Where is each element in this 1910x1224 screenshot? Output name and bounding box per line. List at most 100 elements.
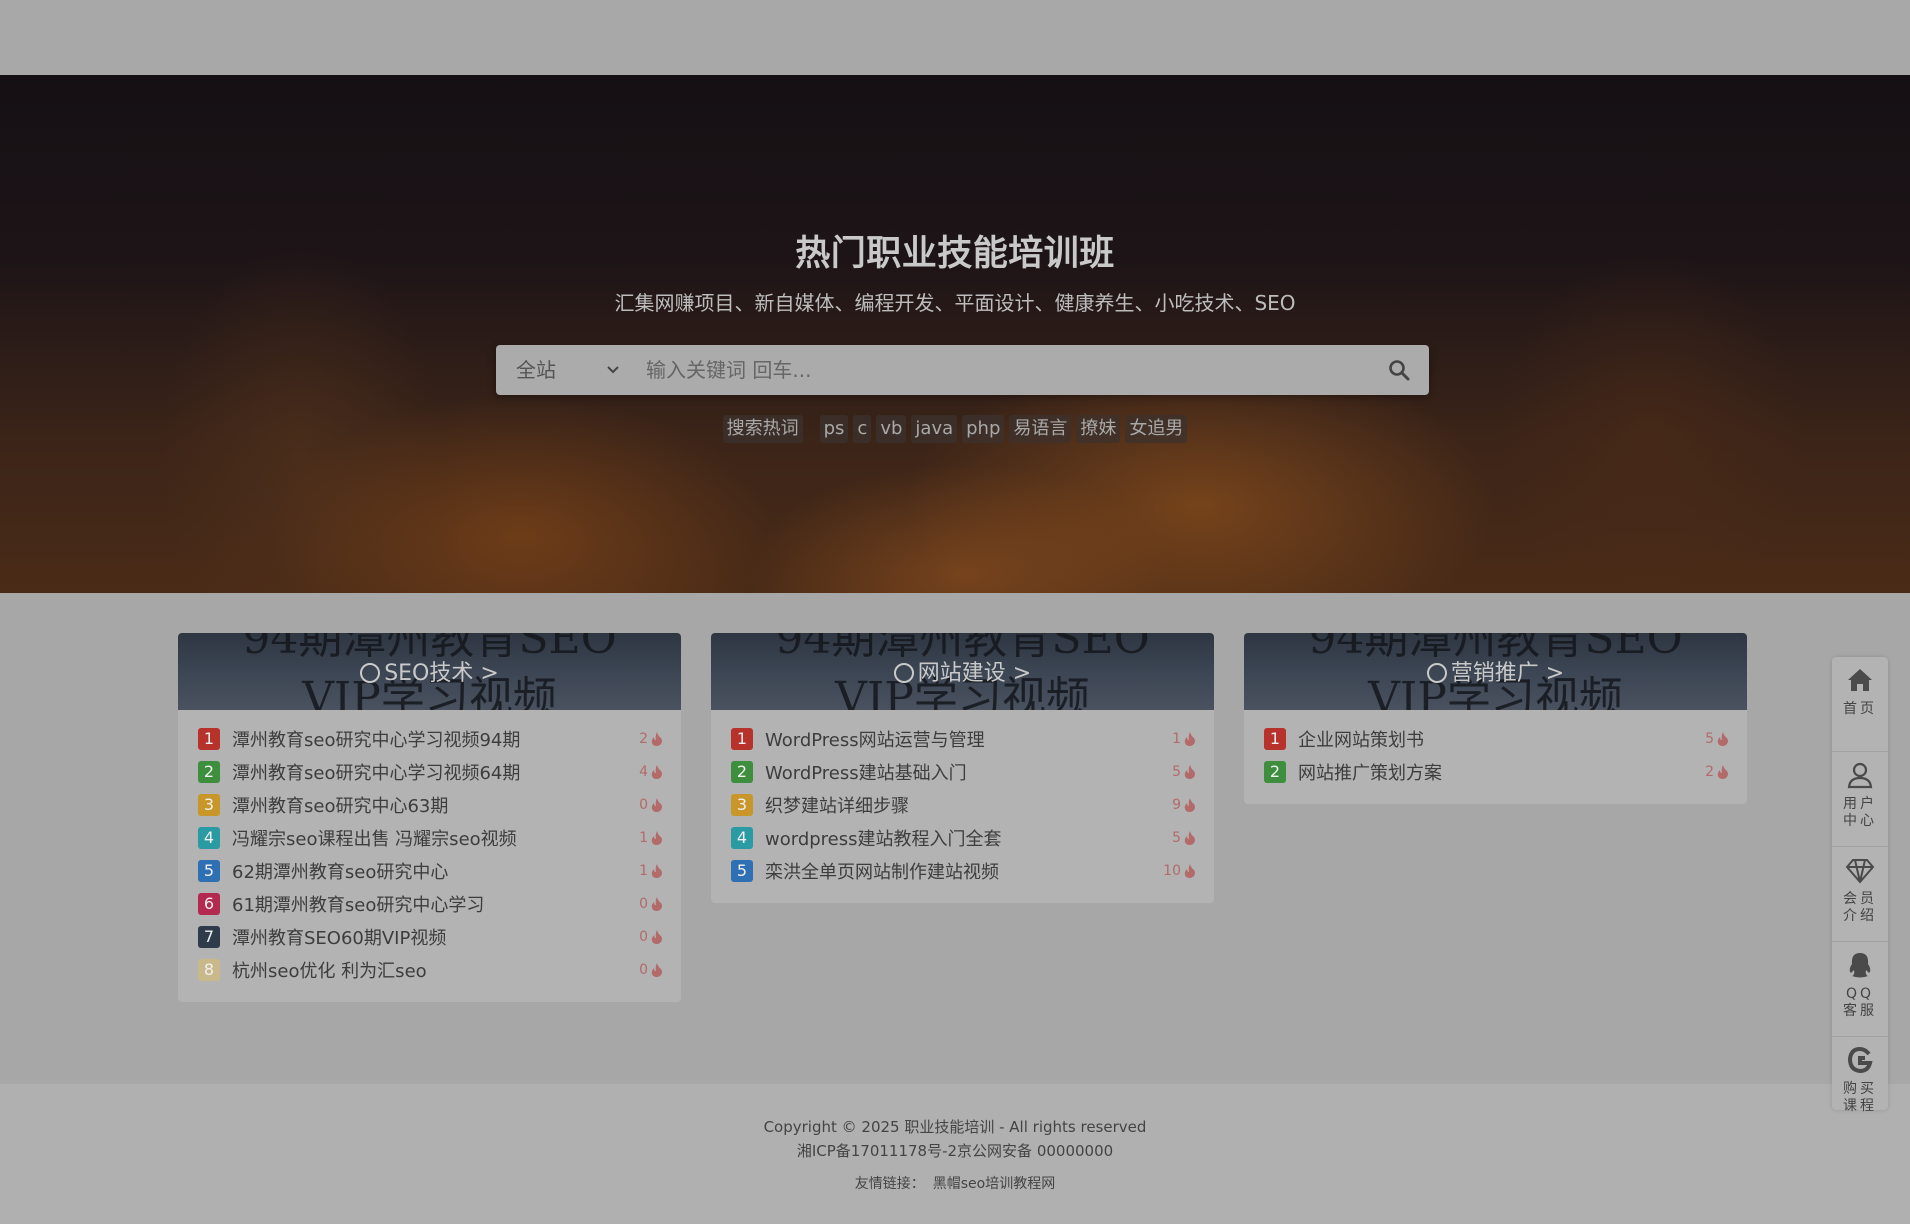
- hot-word[interactable]: vb: [876, 415, 907, 443]
- home-icon: [1848, 669, 1872, 691]
- hot-word[interactable]: 易语言: [1009, 415, 1072, 443]
- view-count-value: 1: [1172, 730, 1181, 747]
- hot-words: 搜索热词 ps c vb java php 易语言 撩妹 女追男: [0, 415, 1910, 443]
- view-count-value: 0: [639, 928, 648, 945]
- view-count: 5: [1172, 764, 1196, 780]
- footer: Copyright © 2025 职业技能培训 - All rights res…: [0, 1084, 1910, 1224]
- view-count: 1: [639, 830, 663, 846]
- friend-link[interactable]: 黑帽seo培训教程网: [933, 1176, 1055, 1192]
- list-item[interactable]: 2 网站推广策划方案 2: [1264, 755, 1729, 788]
- search-input[interactable]: [646, 345, 1356, 395]
- circle-icon: [360, 663, 381, 683]
- article-list: 1 企业网站策划书 5 2 网站推广策划方案 2: [1244, 710, 1747, 804]
- item-title: WordPress建站基础入门: [765, 762, 967, 784]
- fire-icon: [651, 896, 662, 911]
- view-count-value: 5: [1172, 763, 1181, 780]
- fire-icon: [651, 731, 662, 746]
- search-scope-select[interactable]: 全站: [496, 345, 636, 395]
- rank-badge: 3: [731, 793, 753, 816]
- sidebar-label: 会员介绍: [1843, 891, 1877, 924]
- fire-icon: [1184, 731, 1195, 746]
- card-header: 94期潭州教育SEO VIP学习视频 SEO技术 >: [178, 633, 681, 710]
- hot-word[interactable]: php: [962, 415, 1005, 443]
- fire-icon: [1184, 830, 1195, 845]
- list-item[interactable]: 3 潭州教育seo研究中心63期 0: [198, 788, 663, 821]
- view-count-value: 1: [639, 829, 648, 846]
- category-card: 94期潭州教育SEO VIP学习视频 SEO技术 > 1 潭州教育seo研究中心学习视频…: [178, 633, 681, 1002]
- list-item[interactable]: 4 冯耀宗seo课程出售 冯耀宗seo视频 1: [198, 821, 663, 854]
- sidebar-item-user-center[interactable]: 用户中心: [1832, 752, 1888, 847]
- sidebar-item-home[interactable]: 首页: [1832, 657, 1888, 752]
- list-item[interactable]: 2 潭州教育seo研究中心学习视频64期 4: [198, 755, 663, 788]
- category-title: 营销推广 >: [1450, 661, 1565, 686]
- view-count-value: 10: [1163, 862, 1181, 879]
- list-item[interactable]: 7 潭州教育SEO60期VIP视频 0: [198, 920, 663, 953]
- rank-badge: 5: [731, 859, 753, 882]
- item-title: 62期潭州教育seo研究中心: [232, 861, 449, 883]
- sidebar-item-buy-course[interactable]: 购买课程: [1832, 1037, 1888, 1132]
- category-title: 网站建设 >: [917, 661, 1032, 686]
- list-item[interactable]: 5 栾洪全单页网站制作建站视频 10: [731, 854, 1196, 887]
- search-box: 全站: [496, 345, 1429, 395]
- item-title: 企业网站策划书: [1298, 729, 1424, 751]
- view-count: 0: [639, 929, 663, 945]
- qq-icon: [1849, 953, 1871, 978]
- icp-text: 湘ICP备17011178号-2京公网安备 00000000: [796, 1142, 1114, 1160]
- sidebar-item-qq-service[interactable]: QQ客服: [1832, 942, 1888, 1037]
- item-title: 潭州教育seo研究中心63期: [232, 795, 449, 817]
- category-link[interactable]: SEO技术 >: [178, 655, 681, 687]
- view-count: 0: [639, 896, 663, 912]
- rank-badge: 6: [198, 892, 220, 915]
- hot-word[interactable]: 女追男: [1125, 415, 1188, 443]
- item-title: 61期潭州教育seo研究中心学习: [232, 894, 485, 916]
- list-item[interactable]: 4 wordpress建站教程入门全套 5: [731, 821, 1196, 854]
- list-item[interactable]: 8 杭州seo优化 利为汇seo 0: [198, 953, 663, 986]
- copyright-text: Copyright © 2025 职业技能培训 - All rights res…: [763, 1118, 1147, 1136]
- item-title: wordpress建站教程入门全套: [765, 828, 1002, 850]
- view-count-value: 5: [1172, 829, 1181, 846]
- hot-word[interactable]: c: [853, 415, 872, 443]
- hero-subtitle: 汇集网赚项目、新自媒体、编程开发、平面设计、健康养生、小吃技术、SEO: [614, 291, 1296, 315]
- fire-icon: [651, 830, 662, 845]
- view-count-value: 9: [1172, 796, 1181, 813]
- list-item[interactable]: 1 WordPress网站运营与管理 1: [731, 722, 1196, 755]
- list-item[interactable]: 1 企业网站策划书 5: [1264, 722, 1729, 755]
- diamond-icon: [1845, 859, 1875, 884]
- search-icon[interactable]: [1387, 358, 1411, 382]
- item-title: 冯耀宗seo课程出售 冯耀宗seo视频: [232, 828, 517, 850]
- sidebar-label: 购买课程: [1843, 1081, 1877, 1114]
- item-title: 潭州教育SEO60期VIP视频: [232, 927, 447, 949]
- view-count: 2: [639, 731, 663, 747]
- hot-word[interactable]: ps: [819, 415, 849, 443]
- fire-icon: [1717, 764, 1728, 779]
- view-count-value: 0: [639, 961, 648, 978]
- view-count: 10: [1163, 863, 1196, 879]
- list-item[interactable]: 3 织梦建站详细步骤 9: [731, 788, 1196, 821]
- hot-word[interactable]: 撩妹: [1076, 415, 1121, 443]
- fire-icon: [651, 863, 662, 878]
- view-count: 0: [639, 962, 663, 978]
- hot-word[interactable]: java: [911, 415, 958, 443]
- list-item[interactable]: 2 WordPress建站基础入门 5: [731, 755, 1196, 788]
- category-link[interactable]: 营销推广 >: [1244, 655, 1747, 687]
- list-item[interactable]: 6 61期潭州教育seo研究中心学习 0: [198, 887, 663, 920]
- view-count-value: 5: [1705, 730, 1714, 747]
- list-item[interactable]: 1 潭州教育seo研究中心学习视频94期 2: [198, 722, 663, 755]
- hero-banner: 热门职业技能培训班 汇集网赚项目、新自媒体、编程开发、平面设计、健康养生、小吃技…: [0, 75, 1910, 593]
- article-list: 1 潭州教育seo研究中心学习视频94期 2 2 潭州教育seo研究中心学习视频64期 4…: [178, 710, 681, 1002]
- fire-icon: [1184, 764, 1195, 779]
- view-count: 5: [1705, 731, 1729, 747]
- rank-badge: 2: [198, 760, 220, 783]
- rank-badge: 8: [198, 958, 220, 981]
- fire-icon: [651, 764, 662, 779]
- fire-icon: [1717, 731, 1728, 746]
- item-title: 网站推广策划方案: [1298, 762, 1442, 784]
- circle-icon: [1426, 663, 1447, 683]
- category-card: 94期潭州教育SEO VIP学习视频 营销推广 > 1 企业网站策划书 5 2 网站推广策划方…: [1244, 633, 1747, 804]
- rank-badge: 7: [198, 925, 220, 948]
- list-item[interactable]: 5 62期潭州教育seo研究中心 1: [198, 854, 663, 887]
- fire-icon: [651, 929, 662, 944]
- sidebar-item-membership[interactable]: 会员介绍: [1832, 847, 1888, 942]
- floating-sidebar: 首页 用户中心 会员介绍 QQ客服 购买课程: [1832, 657, 1888, 1114]
- category-link[interactable]: 网站建设 >: [711, 655, 1214, 687]
